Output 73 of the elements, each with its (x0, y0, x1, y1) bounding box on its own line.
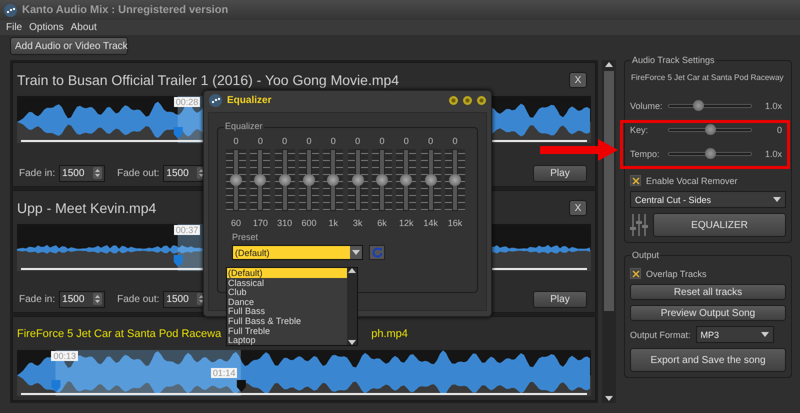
track-name: FireForce 5 Jet Car at Santa Pod Raceway (630, 73, 785, 82)
track-title-end: ph.mp4 (371, 328, 408, 340)
fade-in-label: Fade in: (19, 168, 56, 178)
slider-reading: 1.0x (764, 101, 783, 111)
preset-option[interactable]: Full Treble (227, 326, 347, 336)
time-label: 01:14 (210, 368, 238, 378)
band-frequency: 12k (399, 218, 414, 228)
band-value: 0 (282, 136, 288, 146)
preset-option[interactable]: (Default) (227, 268, 347, 278)
remove-track-button[interactable]: X (569, 200, 587, 216)
play-button[interactable]: Play (533, 164, 587, 182)
preset-option[interactable]: Dance (227, 296, 347, 306)
equalizer-button[interactable]: EQUALIZER (653, 213, 786, 237)
remove-track-button[interactable]: X (569, 72, 587, 88)
checkbox-label: Enable Vocal Remover (646, 176, 738, 186)
fade-in-field[interactable]: 1500 (59, 164, 106, 182)
band-value: 0 (379, 136, 384, 146)
band-frequency: 3k (352, 218, 362, 228)
menu-item[interactable]: File (6, 22, 22, 33)
band-frequency: 60 (230, 218, 241, 228)
group-label: Audio Track Settings (631, 55, 716, 66)
reset-button[interactable]: Reset all tracks (630, 284, 786, 300)
track-title: FireForce 5 Jet Car at Santa Pod Racewa (17, 328, 222, 340)
band-frequency: 1k (328, 218, 338, 228)
slider-reading: 1.0x (764, 149, 783, 159)
track-title: Upp - Meet Kevin.mp4 (17, 200, 156, 216)
band-value: 0 (258, 136, 263, 146)
format-label: Output Format: (630, 330, 691, 340)
format-dropdown[interactable]: MP3 (696, 326, 774, 343)
time-label: 00:37 (174, 225, 200, 235)
dialog-title: Equalizer (227, 94, 272, 106)
band-value: 0 (233, 136, 238, 146)
menu-item[interactable]: Options (29, 22, 64, 33)
play-button[interactable]: Play (533, 290, 587, 308)
preset-option[interactable]: Full Bass & Treble (227, 316, 347, 326)
band-frequency: 600 (301, 218, 316, 228)
mode-dropdown[interactable]: Central Cut - Sides (630, 191, 786, 208)
slider-reading: 0 (776, 125, 783, 135)
group-label: Equalizer (224, 121, 264, 131)
group-label: Output (631, 250, 660, 261)
band-value: 0 (330, 136, 336, 146)
band-value: 0 (404, 136, 409, 146)
band-frequency: 6k (377, 218, 387, 228)
band-value: 0 (428, 136, 434, 146)
band-frequency: 14k (423, 218, 438, 228)
preview-button[interactable]: Preview Output Song (630, 305, 786, 321)
band-value: 0 (452, 136, 458, 146)
band-value: 0 (306, 136, 312, 146)
track-title: Train to Busan Official Trailer 1 (2016) - Yoo Gong Movie.mp4 (17, 72, 400, 88)
band-frequency: 170 (252, 218, 268, 228)
band-frequency: 310 (277, 218, 292, 228)
checkbox-label: Overlap Tracks (646, 268, 707, 278)
slider-label: Key: (630, 125, 650, 135)
window-title: Kanto Audio Mix : Unregistered version (22, 4, 228, 16)
preset-option[interactable]: Classical (227, 278, 347, 288)
slider-label: Tempo: (630, 149, 661, 159)
menu-item[interactable]: About (70, 22, 97, 33)
preset-dropdown[interactable]: (Default) (232, 245, 363, 260)
fade-in-label: Fade in: (19, 294, 56, 304)
fade-in-field[interactable]: 1500 (59, 290, 106, 308)
preset-option[interactable]: Full Bass (227, 306, 347, 316)
preset-label: Preset (232, 232, 260, 242)
time-label: 00:13 (51, 351, 78, 361)
band-frequency: 16k (448, 218, 462, 228)
preset-option[interactable]: Club (227, 287, 347, 297)
band-value: 0 (355, 136, 360, 146)
time-label: 00:28 (174, 97, 200, 107)
preset-option[interactable]: Laptop (227, 335, 347, 345)
export-button[interactable]: Export and Save the song (630, 348, 786, 372)
slider-label: Volume: (630, 101, 664, 111)
fade-out-label: Fade out: (117, 168, 160, 178)
fade-out-label: Fade out: (117, 294, 160, 304)
add-track-button[interactable]: Add Audio or Video Track (10, 37, 128, 55)
